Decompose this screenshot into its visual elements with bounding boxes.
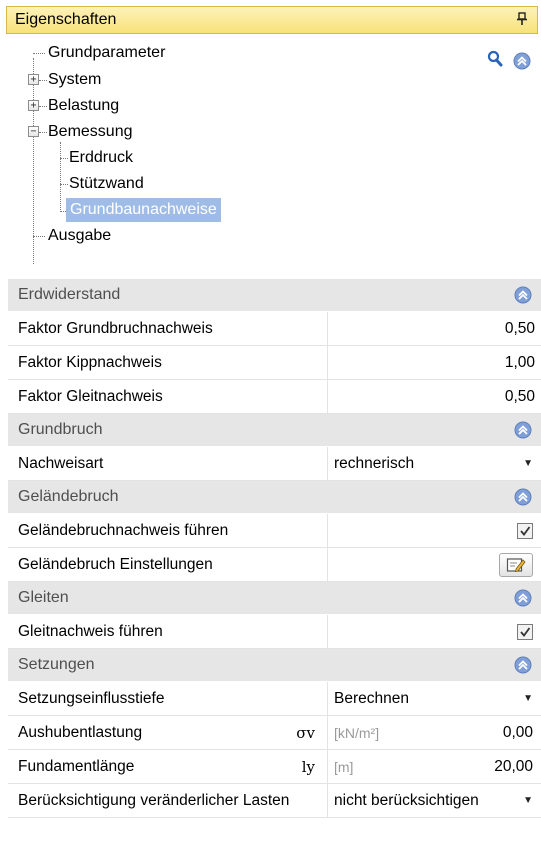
tree-item-stuetzwand[interactable]: Stützwand: [69, 172, 144, 196]
gleitnachweis-checkbox[interactable]: [517, 623, 533, 640]
property-label: Setzungseinflusstiefe: [18, 689, 165, 707]
tree-item-bemessung[interactable]: Bemessung: [48, 120, 133, 144]
property-row: Faktor Kippnachweis 1,00: [8, 346, 541, 380]
property-label: Faktor Kippnachweis: [18, 353, 162, 371]
properties-panel-header: Eigenschaften: [6, 6, 538, 34]
expand-icon[interactable]: +: [28, 74, 39, 85]
property-value: 1,00: [504, 353, 535, 371]
navigation-tree: Grundparameter + System + Belastung − Be…: [0, 34, 541, 264]
section-grundbruch[interactable]: Grundbruch: [8, 414, 541, 447]
gelaendebruch-checkbox[interactable]: [517, 522, 533, 539]
tree-item-ausgabe[interactable]: Ausgabe: [48, 224, 111, 248]
tree-item-belastung[interactable]: Belastung: [48, 94, 119, 118]
property-row: Aushubentlastung σv [kN/m²] 0,00: [8, 716, 541, 750]
collapse-tree-icon[interactable]: −: [28, 126, 39, 137]
collapse-section-icon[interactable]: [514, 656, 532, 674]
property-label: Gleitnachweis führen: [18, 622, 163, 640]
section-setzungen[interactable]: Setzungen: [8, 649, 541, 682]
edit-settings-button[interactable]: [499, 552, 533, 577]
section-title: Gleiten: [18, 589, 69, 606]
pin-icon[interactable]: [515, 11, 529, 29]
property-value: 0,00: [502, 723, 533, 741]
property-symbol: σv: [296, 723, 315, 742]
dropdown-arrow-icon[interactable]: ▼: [523, 693, 533, 704]
expand-icon[interactable]: +: [28, 100, 39, 111]
fundamentlaenge-field[interactable]: [m] 20,00: [328, 750, 541, 783]
property-label: Nachweisart: [18, 454, 104, 472]
collapse-section-icon[interactable]: [514, 286, 532, 304]
property-row: Fundamentlänge ly [m] 20,00: [8, 750, 541, 784]
dropdown-value: Berechnen: [334, 689, 409, 707]
faktor-grundbruch-field[interactable]: 0,50: [328, 312, 541, 345]
property-row: Nachweisart rechnerisch ▼: [8, 447, 541, 481]
property-label: Geländebruchnachweis führen: [18, 521, 229, 539]
section-gelaendebruch[interactable]: Geländebruch: [8, 481, 541, 514]
setzungseinflusstiefe-dropdown[interactable]: Berechnen ▼: [328, 682, 541, 715]
property-label: Geländebruch Einstellungen: [18, 555, 213, 573]
tree-item-grundparameter[interactable]: Grundparameter: [48, 41, 165, 65]
tree-item-erddruck[interactable]: Erddruck: [69, 146, 133, 170]
property-row: Faktor Grundbruchnachweis 0,50: [8, 312, 541, 346]
faktor-kipp-field[interactable]: 1,00: [328, 346, 541, 379]
property-label: Faktor Gleitnachweis: [18, 387, 163, 405]
collapse-section-icon[interactable]: [514, 421, 532, 439]
panel-title: Eigenschaften: [15, 11, 117, 28]
tree-item-system[interactable]: System: [48, 68, 101, 92]
faktor-gleit-field[interactable]: 0,50: [328, 380, 541, 413]
dropdown-value: rechnerisch: [334, 454, 415, 472]
property-row: Berücksichtigung veränderlicher Lasten n…: [8, 784, 541, 818]
tree-item-grundbaunachweise[interactable]: Grundbaunachweise: [66, 198, 221, 222]
property-label: Berücksichtigung veränderlicher Lasten: [18, 791, 290, 809]
property-grid: Erdwiderstand Faktor Grundbruchnachweis …: [8, 279, 541, 818]
property-symbol: ly: [301, 757, 315, 776]
nachweisart-dropdown[interactable]: rechnerisch ▼: [328, 447, 541, 480]
property-value: 0,50: [504, 319, 535, 337]
collapse-section-icon[interactable]: [514, 488, 532, 506]
property-row: Geländebruchnachweis führen: [8, 514, 541, 548]
aushubentlastung-field[interactable]: [kN/m²] 0,00: [328, 716, 541, 749]
property-label: Faktor Grundbruchnachweis: [18, 319, 213, 337]
search-icon[interactable]: [487, 50, 503, 68]
unit-label: [m]: [334, 758, 354, 775]
unit-label: [kN/m²]: [334, 724, 380, 741]
section-title: Grundbruch: [18, 421, 103, 438]
property-value: 0,50: [504, 387, 535, 405]
property-row: Gleitnachweis führen: [8, 615, 541, 649]
collapse-all-icon[interactable]: [513, 52, 531, 70]
collapse-section-icon[interactable]: [514, 589, 532, 607]
section-gleiten[interactable]: Gleiten: [8, 582, 541, 615]
dropdown-value: nicht berücksichtigen: [334, 791, 479, 809]
property-label: Aushubentlastung: [18, 723, 143, 741]
property-row: Setzungseinflusstiefe Berechnen ▼: [8, 682, 541, 716]
veraenderliche-lasten-dropdown[interactable]: nicht berücksichtigen ▼: [328, 784, 541, 817]
section-title: Setzungen: [18, 656, 95, 673]
dropdown-arrow-icon[interactable]: ▼: [523, 458, 533, 469]
dropdown-arrow-icon[interactable]: ▼: [523, 795, 533, 806]
section-title: Erdwiderstand: [18, 286, 121, 303]
section-title: Geländebruch: [18, 488, 119, 505]
property-row: Geländebruch Einstellungen: [8, 548, 541, 582]
property-value: 20,00: [494, 757, 533, 775]
edit-icon: [506, 557, 526, 572]
property-row: Faktor Gleitnachweis 0,50: [8, 380, 541, 414]
section-erdwiderstand[interactable]: Erdwiderstand: [8, 279, 541, 312]
property-label: Fundamentlänge: [18, 757, 135, 775]
